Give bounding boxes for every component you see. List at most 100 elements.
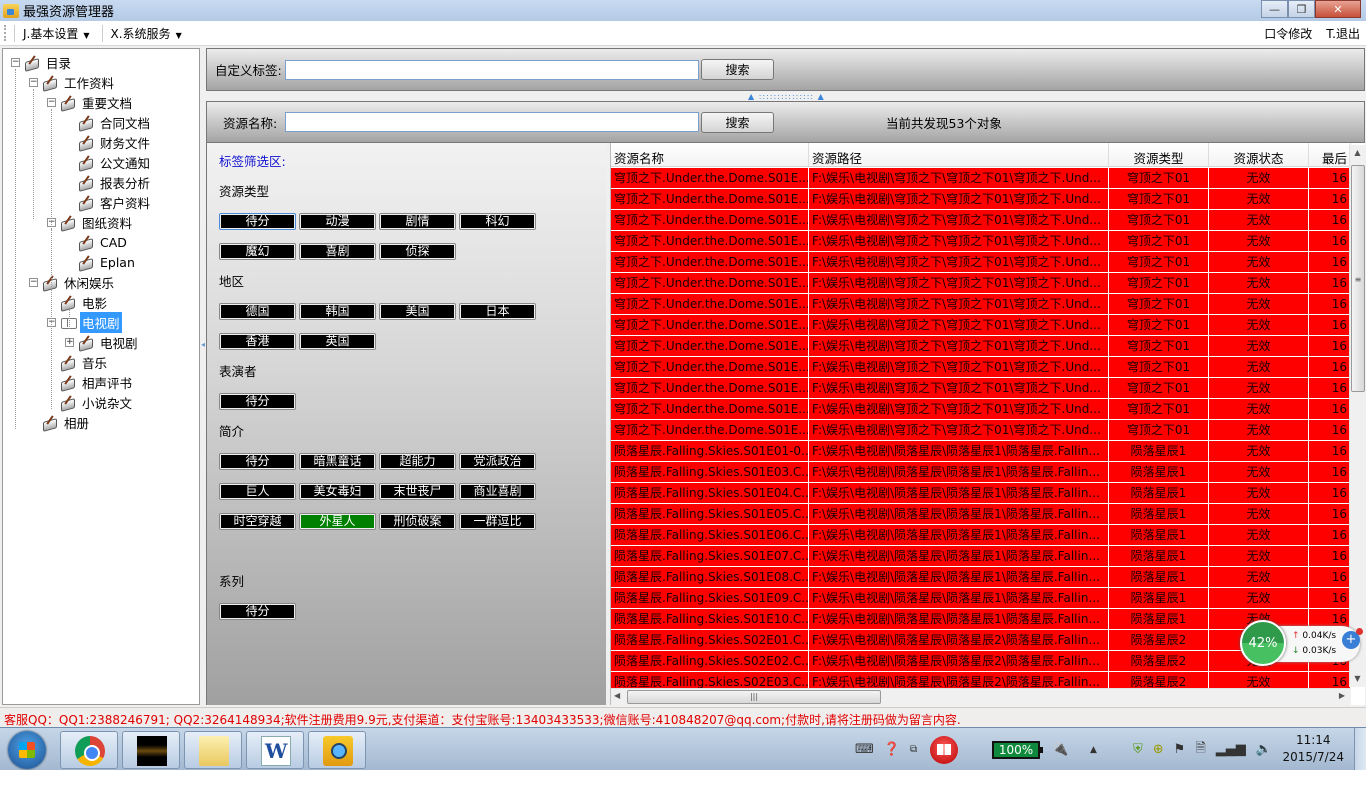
scroll-thumb[interactable]: ||| [627, 690, 881, 704]
start-button[interactable] [8, 731, 46, 769]
collapse-icon[interactable]: − [29, 77, 38, 87]
filter-tag-button[interactable]: 待分 [219, 603, 296, 620]
collapse-icon[interactable]: − [47, 97, 56, 107]
tree-node[interactable]: − 图纸资料 [47, 212, 134, 232]
column-header-last[interactable]: 最后 [1309, 143, 1351, 166]
power-icon[interactable]: 🗎 [1195, 739, 1205, 761]
taskbar-app-photo[interactable] [122, 731, 180, 769]
scroll-up-arrow-icon[interactable]: ▲ [1350, 145, 1365, 161]
table-row[interactable]: 穹顶之下.Under.the.Dome.S01E... F:\娱乐\电视剧\穹顶之… [611, 168, 1351, 189]
filter-tag-button[interactable]: 韩国 [299, 303, 376, 320]
collapse-icon[interactable]: − [11, 57, 20, 67]
taskbar-app-word[interactable] [246, 731, 304, 769]
tree-node[interactable]: 相册 [42, 412, 91, 432]
name-search-button[interactable]: 搜索 [701, 111, 774, 133]
filter-tag-button[interactable]: 时空穿越 [219, 513, 296, 530]
taskbar-app-resource-manager[interactable] [308, 731, 366, 769]
category-tree[interactable]: − 目录 − 工作资料 − 重要文档 合同文档 财务文件 公文通知 报表分析 客户资料 − 图纸资料 CA… [2, 48, 200, 705]
column-header-name[interactable]: 资源名称 [611, 143, 809, 166]
table-row[interactable]: 陨落星辰.Falling.Skies.S01E03.C... F:\娱乐\电视剧\… [611, 462, 1351, 483]
plus-circle-icon[interactable]: ⊕ [1153, 742, 1164, 757]
table-row[interactable]: 穹顶之下.Under.the.Dome.S01E... F:\娱乐\电视剧\穹顶之… [611, 210, 1351, 231]
filter-tag-button[interactable]: 侦探 [379, 243, 456, 260]
table-row[interactable]: 穹顶之下.Under.the.Dome.S01E... F:\娱乐\电视剧\穹顶之… [611, 315, 1351, 336]
table-row[interactable]: 陨落星辰.Falling.Skies.S01E01-0... F:\娱乐\电视剧\… [611, 441, 1351, 462]
tree-node[interactable]: − 休闲娱乐 [29, 272, 116, 292]
shield-icon[interactable]: ⛨ [1133, 742, 1143, 757]
table-row[interactable]: 穹顶之下.Under.the.Dome.S01E... F:\娱乐\电视剧\穹顶之… [611, 399, 1351, 420]
filter-tag-button[interactable]: 待分 [219, 393, 296, 410]
clock[interactable]: 11:14 2015/7/24 [1282, 732, 1344, 766]
table-row[interactable]: 穹顶之下.Under.the.Dome.S01E... F:\娱乐\电视剧\穹顶之… [611, 273, 1351, 294]
filter-tag-button[interactable]: 美国 [379, 303, 456, 320]
filter-tag-button[interactable]: 日本 [459, 303, 536, 320]
table-row[interactable]: 陨落星辰.Falling.Skies.S01E08.C... F:\娱乐\电视剧\… [611, 567, 1351, 588]
menu-change-password[interactable]: 口令修改 [1264, 25, 1312, 42]
filter-tag-button[interactable]: 党派政治 [459, 453, 536, 470]
tree-node[interactable]: Eplan [78, 252, 137, 272]
filter-tag-button[interactable]: 英国 [299, 333, 376, 350]
table-row[interactable]: 陨落星辰.Falling.Skies.S01E07.C... F:\娱乐\电视剧\… [611, 546, 1351, 567]
filter-tag-button[interactable]: 剧情 [379, 213, 456, 230]
panel-splitter[interactable]: ▲ ::::::::::::::: ▲ [748, 92, 825, 101]
volume-icon[interactable]: 🔈 [1256, 742, 1272, 757]
taskbar-app-chrome[interactable] [60, 731, 118, 769]
memory-usage-ball[interactable]: 42% [1240, 620, 1286, 666]
minimize-button[interactable]: — [1261, 0, 1288, 18]
table-horizontal-scrollbar[interactable]: ◀ ||| ▶ [611, 688, 1351, 705]
toolbar-grip[interactable] [4, 25, 10, 41]
scroll-left-arrow-icon[interactable]: ◀ [614, 691, 620, 700]
menu-basic-settings[interactable]: J.基本设置 ▼ [14, 24, 98, 42]
tree-node[interactable]: 公文通知 [78, 152, 152, 172]
tag-search-button[interactable]: 搜索 [701, 59, 774, 80]
table-row[interactable]: 穹顶之下.Under.the.Dome.S01E... F:\娱乐\电视剧\穹顶之… [611, 357, 1351, 378]
tree-node[interactable]: − 重要文档 [47, 92, 134, 112]
action-center-flag-icon[interactable]: ⚑ [1174, 742, 1186, 757]
keyboard-icon[interactable]: ⌨ [855, 742, 874, 757]
tree-node[interactable]: 电影 [60, 292, 109, 312]
filter-tag-button[interactable]: 喜剧 [299, 243, 376, 260]
column-header-status[interactable]: 资源状态 [1209, 143, 1309, 166]
filter-tag-button[interactable]: 外星人 [299, 513, 376, 530]
filter-tag-button[interactable]: 末世丧尸 [379, 483, 456, 500]
tree-node[interactable]: 音乐 [60, 352, 109, 372]
filter-tag-button[interactable]: 待分 [219, 213, 296, 230]
table-row[interactable]: 穹顶之下.Under.the.Dome.S01E... F:\娱乐\电视剧\穹顶之… [611, 189, 1351, 210]
close-button[interactable]: ✕ [1315, 0, 1361, 18]
tree-node[interactable]: 合同文档 [78, 112, 152, 132]
table-row[interactable]: 穹顶之下.Under.the.Dome.S01E... F:\娱乐\电视剧\穹顶之… [611, 378, 1351, 399]
filter-tag-button[interactable]: 香港 [219, 333, 296, 350]
language-bar-icon[interactable]: ⧉ [910, 744, 917, 755]
taskbar-app-explorer[interactable] [184, 731, 242, 769]
tree-node[interactable]: 客户资料 [78, 192, 152, 212]
table-row[interactable]: 穹顶之下.Under.the.Dome.S01E... F:\娱乐\电视剧\穹顶之… [611, 294, 1351, 315]
table-row[interactable]: 穹顶之下.Under.the.Dome.S01E... F:\娱乐\电视剧\穹顶之… [611, 336, 1351, 357]
menu-exit[interactable]: T.退出 [1326, 25, 1360, 42]
tree-node[interactable]: CAD [78, 232, 129, 252]
battery-indicator[interactable]: 100% [992, 740, 1043, 759]
security-app-icon[interactable] [930, 735, 958, 764]
table-vertical-scrollbar[interactable]: ▲ ≡ ▼ [1349, 145, 1365, 687]
tag-search-input[interactable] [285, 59, 699, 80]
tree-node[interactable]: − 目录 [11, 52, 73, 72]
table-row[interactable]: 陨落星辰.Falling.Skies.S01E04.C... F:\娱乐\电视剧\… [611, 483, 1351, 504]
column-header-type[interactable]: 资源类型 [1109, 143, 1209, 166]
filter-tag-button[interactable]: 超能力 [379, 453, 456, 470]
filter-tag-button[interactable]: 一群逗比 [459, 513, 536, 530]
show-desktop-button[interactable] [1354, 728, 1366, 771]
collapse-icon[interactable]: − [29, 277, 38, 287]
filter-tag-button[interactable]: 待分 [219, 453, 296, 470]
network-speed-widget[interactable]: 42% ↑ 0.04K/s ↓ 0.03K/s + [1240, 620, 1363, 666]
tree-node[interactable]: − 工作资料 [29, 72, 116, 92]
scroll-thumb[interactable]: ≡ [1351, 165, 1365, 392]
name-search-input[interactable] [285, 112, 699, 132]
table-row[interactable]: 陨落星辰.Falling.Skies.S01E09.C... F:\娱乐\电视剧\… [611, 588, 1351, 609]
menu-system-services[interactable]: X.系统服务 ▼ [101, 24, 190, 42]
table-row[interactable]: 穹顶之下.Under.the.Dome.S01E... F:\娱乐\电视剧\穹顶之… [611, 420, 1351, 441]
filter-tag-button[interactable]: 动漫 [299, 213, 376, 230]
filter-tag-button[interactable]: 美女毒妇 [299, 483, 376, 500]
filter-tag-button[interactable]: 德国 [219, 303, 296, 320]
plus-icon[interactable]: + [1342, 628, 1363, 649]
power-plug-icon[interactable]: 🔌 [1052, 742, 1068, 757]
table-row[interactable]: 陨落星辰.Falling.Skies.S01E05.C... F:\娱乐\电视剧\… [611, 504, 1351, 525]
